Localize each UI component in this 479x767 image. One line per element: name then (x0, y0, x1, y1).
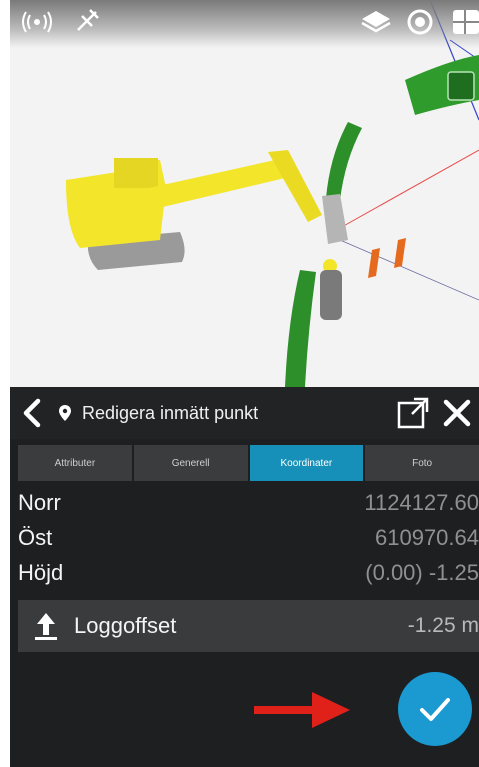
tab-attributer[interactable]: Attributer (18, 445, 132, 481)
north-value: 1124127.60 (364, 489, 479, 515)
layers-icon[interactable] (360, 8, 392, 40)
coordinate-list: Norr 1124127.60 Öst 610970.64 Höjd (0.00… (10, 485, 479, 590)
excavator-cab (114, 158, 158, 188)
back-icon[interactable] (10, 387, 54, 439)
coordinate-row-north: Norr 1124127.60 (10, 485, 479, 520)
checkmark-icon (420, 698, 450, 721)
log-cylinder (320, 270, 342, 320)
gray-guide-line (339, 239, 479, 301)
radio-signal-icon[interactable] (20, 10, 54, 38)
east-label: Öst (18, 524, 53, 550)
log-offset-value: -1.25 m (407, 614, 479, 637)
page-title: Redigera inmätt punkt (82, 402, 259, 423)
panel-header: Redigera inmätt punkt (10, 387, 479, 439)
scene-drawing (66, 0, 479, 387)
external-link-icon[interactable] (391, 387, 435, 439)
location-pin-icon (54, 387, 76, 439)
coordinate-row-height: Höjd (0.00) -1.25 (10, 555, 479, 590)
satellite-icon[interactable] (72, 6, 102, 40)
east-value: 610970.64 (375, 524, 479, 550)
app-frame: Redigera inmätt punkt Attributer Generel… (10, 0, 479, 767)
tab-koordinater[interactable]: Koordinater (249, 445, 364, 481)
north-label: Norr (18, 489, 61, 515)
gps-target-icon[interactable] (404, 6, 436, 42)
tab-bar: Attributer Generell Koordinater Foto (18, 445, 479, 481)
status-bar (10, 0, 479, 48)
excavator-stick (268, 150, 322, 222)
log-offset-row[interactable]: Loggoffset -1.25 m (18, 600, 479, 652)
surface-marker (447, 71, 475, 101)
orange-marker-2 (394, 238, 406, 268)
surface-piece-upper (326, 122, 362, 200)
upload-arrow-icon (18, 600, 74, 652)
excavator-bucket (322, 194, 348, 244)
surface-piece-lower (285, 270, 316, 387)
height-value: (0.00) -1.25 (365, 559, 479, 585)
map-3d-viewport[interactable] (10, 0, 479, 387)
tab-foto[interactable]: Foto (365, 445, 479, 481)
log-offset-label: Loggoffset (74, 613, 177, 638)
coordinate-row-east: Öst 610970.64 (10, 520, 479, 555)
annotation-arrow-icon (254, 692, 350, 728)
height-label: Höjd (18, 559, 64, 585)
close-icon[interactable] (435, 387, 479, 439)
tab-generell[interactable]: Generell (133, 445, 248, 481)
red-guide-line (339, 149, 479, 229)
menu-icon[interactable] (450, 6, 479, 42)
confirm-button[interactable] (398, 672, 472, 746)
